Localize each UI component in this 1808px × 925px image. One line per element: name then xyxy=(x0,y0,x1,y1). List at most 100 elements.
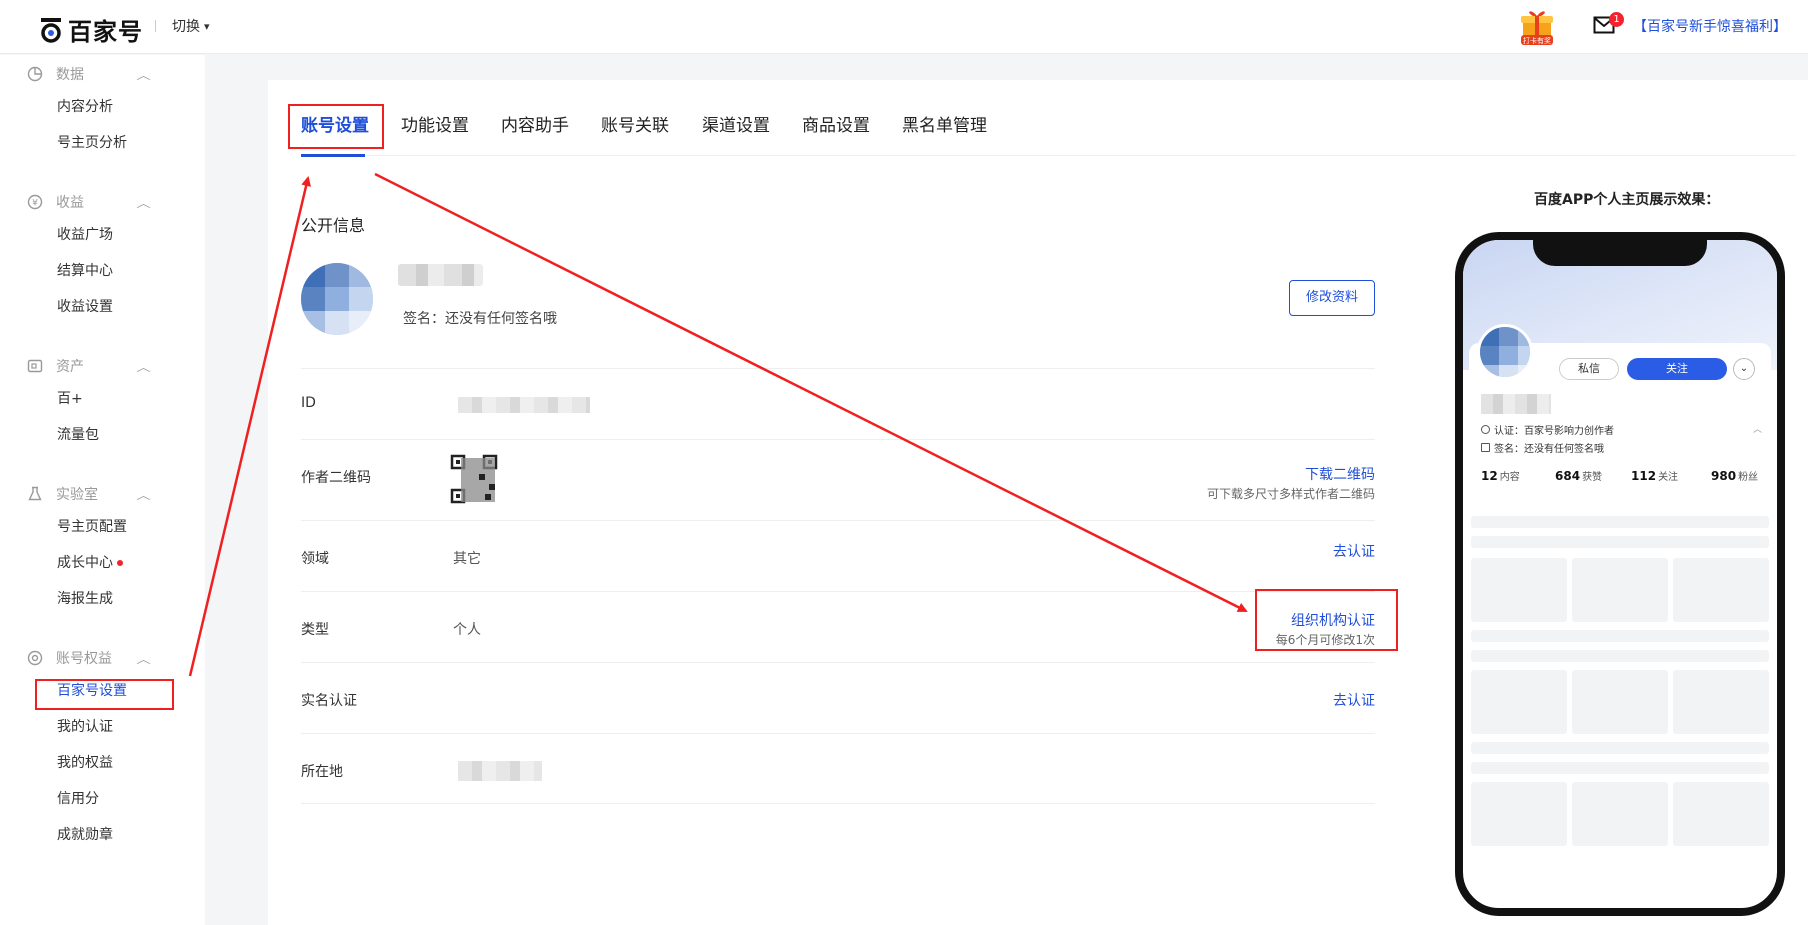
sidebar-item-my-rights[interactable]: 我的权益 xyxy=(0,745,205,781)
sidebar-item-credit-score[interactable]: 信用分 xyxy=(0,781,205,817)
svg-text:¥: ¥ xyxy=(32,199,38,209)
row-label: ID xyxy=(301,395,316,411)
skeleton-bar xyxy=(1471,516,1769,528)
tab-content-assistant[interactable]: 内容助手 xyxy=(501,111,569,136)
sidebar-group-data: 数据 ︿ 内容分析 号主页分析 xyxy=(0,59,205,161)
coin-icon: ¥ xyxy=(27,194,43,210)
sidebar: 数据 ︿ 内容分析 号主页分析 ¥ 收益 ︿ 收益广场 结算中心 收益设置 资产… xyxy=(0,55,205,925)
sidebar-item-settlement-center[interactable]: 结算中心 xyxy=(0,253,205,289)
sidebar-item-homepage-config[interactable]: 号主页配置 xyxy=(0,509,205,545)
sidebar-group-assets: 资产 ︿ 百+ 流量包 xyxy=(0,351,205,453)
sidebar-group-header[interactable]: ¥ 收益 ︿ xyxy=(0,187,205,217)
sidebar-item-achievement-medal[interactable]: 成就勋章 xyxy=(0,817,205,853)
preview-stat-likes: 684 获赞 xyxy=(1555,468,1602,483)
chevron-up-icon[interactable]: ︿ xyxy=(136,195,150,211)
skeleton-bar xyxy=(1471,650,1769,662)
skeleton-bar xyxy=(1471,762,1769,774)
chevron-up-icon[interactable]: ︿ xyxy=(136,651,150,667)
switch-label: 切换 xyxy=(172,19,200,35)
stat-label: 关注 xyxy=(1658,472,1679,483)
divider xyxy=(155,20,156,32)
flask-icon xyxy=(28,486,42,501)
type-value: 个人 xyxy=(453,622,481,638)
stat-number: 980 xyxy=(1711,469,1737,483)
sidebar-item-traffic-pack[interactable]: 流量包 xyxy=(0,417,205,453)
skeleton-tile xyxy=(1572,670,1668,734)
sidebar-item-my-certification[interactable]: 我的认证 xyxy=(0,709,205,745)
verified-icon xyxy=(1481,425,1490,434)
tab-product-settings[interactable]: 商品设置 xyxy=(802,111,870,136)
stat-label: 获赞 xyxy=(1582,472,1603,483)
stat-number: 684 xyxy=(1555,469,1581,483)
sidebar-item-content-analysis[interactable]: 内容分析 xyxy=(0,89,205,125)
tab-blacklist[interactable]: 黑名单管理 xyxy=(902,111,987,136)
skeleton-bar xyxy=(1471,536,1769,548)
blurred-id-value xyxy=(458,397,590,413)
chevron-down-icon: ⌄ xyxy=(1733,358,1755,380)
logo-text: 百家号 xyxy=(68,18,143,46)
sidebar-item-growth-center[interactable]: 成长中心 xyxy=(0,545,205,581)
tab-function-settings[interactable]: 功能设置 xyxy=(401,111,469,136)
switch-account-dropdown[interactable]: 切换 ▾ xyxy=(155,16,210,36)
pie-chart-icon xyxy=(27,66,43,82)
sidebar-group-header[interactable]: 实验室 ︿ xyxy=(0,479,205,509)
sidebar-group-title: 数据 xyxy=(56,67,84,83)
sidebar-group-header[interactable]: 数据 ︿ xyxy=(0,59,205,89)
sidebar-group-title: 实验室 xyxy=(56,487,98,503)
preview-cert-line: 认证：百家号影响力创作者 xyxy=(1481,422,1614,437)
stat-label: 粉丝 xyxy=(1738,472,1759,483)
skeleton-tile xyxy=(1673,670,1769,734)
gift-icon[interactable]: 打卡有奖 xyxy=(1515,8,1559,46)
chevron-up-icon[interactable]: ︿ xyxy=(136,67,150,83)
qr-code-icon xyxy=(450,454,498,504)
preview-blurred-name xyxy=(1481,394,1551,414)
domain-certify-link[interactable]: 去认证 xyxy=(1333,541,1375,561)
preview-stat-content: 12 内容 xyxy=(1481,468,1520,483)
logo[interactable]: 百家号 xyxy=(40,12,143,47)
preview-cert-text: 认证：百家号影响力创作者 xyxy=(1494,426,1614,437)
realname-certify-link[interactable]: 去认证 xyxy=(1333,690,1375,710)
info-row-qrcode: 作者二维码 下载二维码 可下载多尺寸多样式作者二维码 xyxy=(301,439,1375,520)
skeleton-tile xyxy=(1572,558,1668,622)
chevron-up-icon[interactable]: ︿ xyxy=(136,359,150,375)
avatar[interactable] xyxy=(301,263,373,335)
info-row-id: ID xyxy=(301,368,1375,439)
chevron-up-icon[interactable]: ︿ xyxy=(136,487,150,503)
info-row-realname: 实名认证 去认证 xyxy=(301,662,1375,733)
sidebar-group-title: 收益 xyxy=(56,195,84,211)
chevron-down-icon: ▾ xyxy=(204,19,210,33)
sidebar-group-header[interactable]: 账号权益 ︿ xyxy=(0,643,205,673)
sidebar-item-label: 成长中心 xyxy=(57,555,113,571)
sidebar-group-lab: 实验室 ︿ 号主页配置 成长中心 海报生成 xyxy=(0,479,205,617)
sidebar-group-account-rights: 账号权益 ︿ 百家号设置 我的认证 我的权益 信用分 成就勋章 xyxy=(0,643,205,853)
tab-account-association[interactable]: 账号关联 xyxy=(601,111,669,136)
baijiahao-logo-icon xyxy=(41,17,61,43)
domain-value: 其它 xyxy=(453,551,481,567)
newbie-welfare-link[interactable]: 【百家号新手惊喜福利】 xyxy=(1633,16,1787,36)
annotation-box-account-tab xyxy=(288,104,384,149)
top-bar: 百家号 切换 ▾ 打卡有奖 1 【百家号新手惊喜福利】 xyxy=(0,0,1808,54)
skeleton-tile xyxy=(1673,782,1769,846)
sidebar-item-income-settings[interactable]: 收益设置 xyxy=(0,289,205,325)
preview-sign-line: 签名：还没有任何签名哦 xyxy=(1481,440,1604,455)
preview-stat-fans: 980 粉丝 xyxy=(1711,468,1758,483)
gear-icon xyxy=(27,650,43,666)
sidebar-group-header[interactable]: 资产 ︿ xyxy=(0,351,205,381)
edit-profile-button[interactable]: 修改资料 xyxy=(1289,280,1375,316)
info-row-domain: 领域 其它 去认证 xyxy=(301,520,1375,591)
tab-channel-settings[interactable]: 渠道设置 xyxy=(702,111,770,136)
skeleton-tile xyxy=(1471,782,1567,846)
annotation-box-org-certification xyxy=(1255,589,1398,651)
row-label: 所在地 xyxy=(301,764,343,780)
skeleton-bar xyxy=(1471,630,1769,642)
phone-preview: 私信 关注 ⌄ 认证：百家号影响力创作者 ︿ 签名：还没有任何签名哦 12 内容 … xyxy=(1455,232,1785,916)
preview-sign-text: 签名：还没有任何签名哦 xyxy=(1494,444,1604,455)
sidebar-item-poster-generate[interactable]: 海报生成 xyxy=(0,581,205,617)
skeleton-tile xyxy=(1471,670,1567,734)
download-qrcode-link[interactable]: 下载二维码 xyxy=(1305,464,1375,484)
sidebar-item-bai-plus[interactable]: 百+ xyxy=(0,381,205,417)
sidebar-item-homepage-analysis[interactable]: 号主页分析 xyxy=(0,125,205,161)
blurred-username xyxy=(398,264,483,286)
row-label: 领域 xyxy=(301,551,329,567)
sidebar-item-income-square[interactable]: 收益广场 xyxy=(0,217,205,253)
